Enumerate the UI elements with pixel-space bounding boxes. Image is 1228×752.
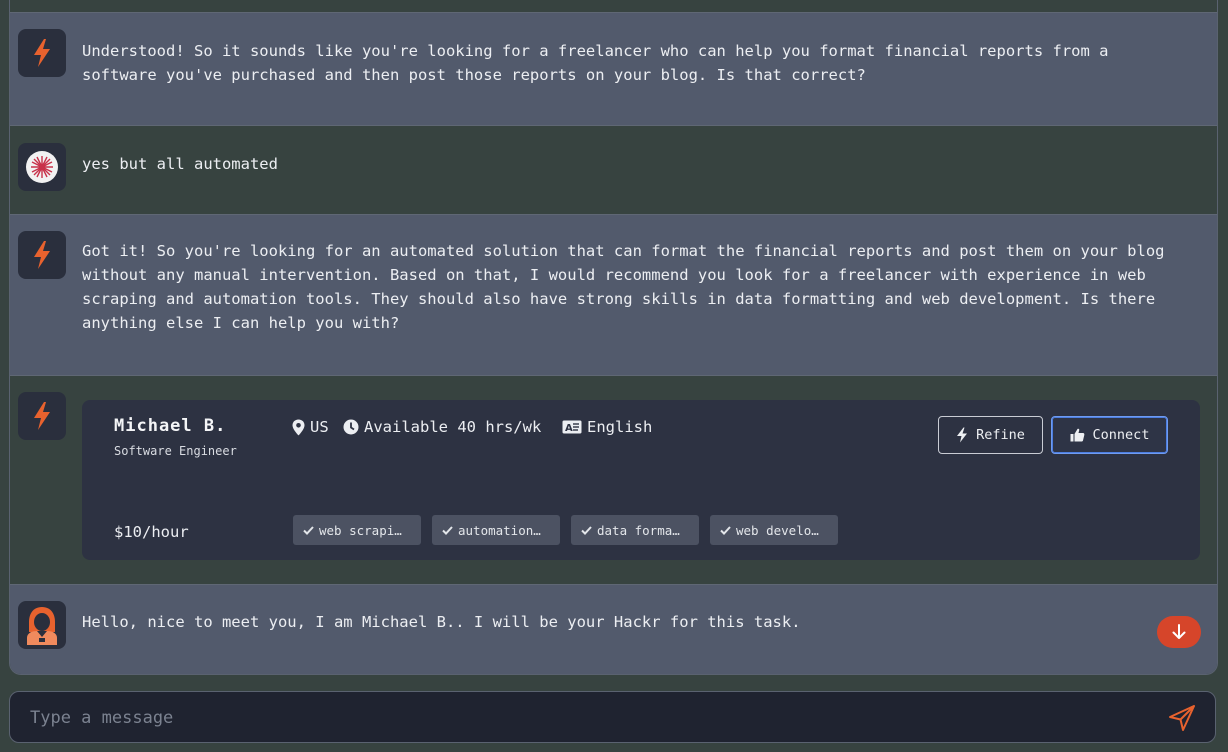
check-icon [720, 525, 731, 535]
message-text: Hello, nice to meet you, I am Michael B.… [82, 613, 801, 631]
freelancer-name: Michael B. [114, 416, 227, 436]
hourly-rate: $10/hour [114, 523, 189, 541]
freelancer-availability: Available 40 hrs/wk [343, 418, 541, 436]
svg-text:A: A [565, 423, 573, 434]
skill-label: web develo… [736, 522, 819, 538]
availability-label: Available 40 hrs/wk [364, 418, 542, 436]
skill-tag: data forma… [571, 515, 699, 545]
message-text: yes but all automated [82, 155, 278, 173]
language-label: English [587, 418, 653, 436]
freelancer-message: Hello, nice to meet you, I am Michael B.… [10, 584, 1217, 674]
check-icon [581, 525, 592, 535]
hacker-avatar-icon [27, 607, 57, 645]
country-label: US [310, 418, 329, 436]
bolt-icon [34, 402, 50, 430]
language-icon: A [562, 420, 582, 434]
freelancer-title: Software Engineer [114, 444, 237, 458]
skill-tag: web scrapi… [293, 515, 421, 545]
thumbs-up-icon [1070, 428, 1084, 442]
freelancer-avatar [18, 601, 66, 649]
arrow-down-icon [1172, 624, 1186, 639]
freelancer-language: A English [562, 418, 652, 436]
assistant-message: Got it! So you're looking for an automat… [10, 214, 1217, 376]
skill-tag: automation… [432, 515, 560, 545]
user-avatar [18, 143, 66, 191]
message-composer [9, 691, 1216, 744]
skill-label: data forma… [597, 522, 680, 538]
assistant-avatar [18, 392, 66, 440]
check-icon [303, 525, 314, 535]
send-icon[interactable] [1168, 704, 1196, 732]
message-text: Understood! So it sounds like you're loo… [82, 42, 1109, 84]
freelancer-card: Michael B. Software Engineer US Availabl… [82, 400, 1200, 560]
connect-label: Connect [1092, 427, 1150, 443]
scroll-to-bottom-button[interactable] [1157, 616, 1201, 648]
user-message: yes but all automated [10, 125, 1217, 215]
skill-label: web scrapi… [319, 522, 402, 538]
assistant-avatar [18, 231, 66, 279]
refine-label: Refine [976, 427, 1025, 443]
message-text: Got it! So you're looking for an automat… [82, 242, 1165, 332]
freelancer-card-message: Michael B. Software Engineer US Availabl… [10, 375, 1217, 585]
skill-label: automation… [458, 522, 541, 538]
message-input[interactable] [28, 692, 1132, 744]
freelancer-country: US [292, 418, 329, 436]
skill-tag: web develo… [710, 515, 838, 545]
user-avatar-icon [26, 151, 58, 183]
bolt-icon [34, 39, 50, 67]
chat-thread: Understood! So it sounds like you're loo… [9, 0, 1218, 675]
clock-icon [343, 419, 359, 435]
map-pin-icon [292, 419, 305, 435]
bolt-icon [34, 241, 50, 269]
connect-button[interactable]: Connect [1051, 416, 1168, 454]
check-icon [442, 525, 453, 535]
bolt-icon [957, 427, 968, 443]
assistant-avatar [18, 29, 66, 77]
refine-button[interactable]: Refine [938, 416, 1043, 454]
assistant-message: Understood! So it sounds like you're loo… [10, 12, 1217, 126]
